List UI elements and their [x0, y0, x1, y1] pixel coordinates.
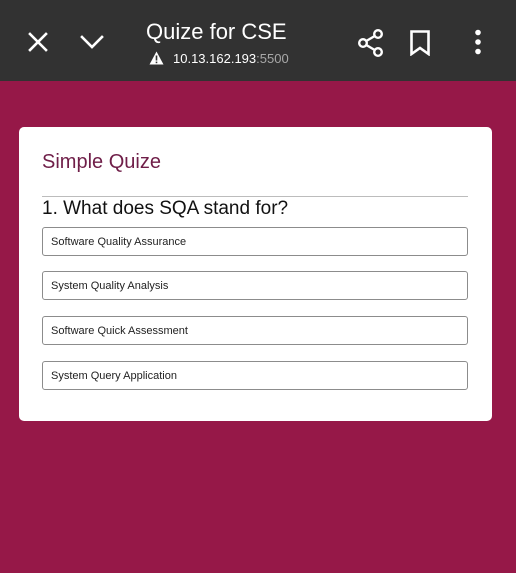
bookmark-button[interactable] — [400, 23, 440, 63]
question-text: 1. What does SQA stand for? — [42, 198, 289, 219]
answer-option-4[interactable]: System Query Application — [42, 361, 468, 390]
more-options-button[interactable] — [458, 22, 498, 62]
collapse-button[interactable] — [72, 22, 112, 62]
answer-label: System Query Application — [51, 370, 177, 382]
url-host: 10.13.162.193 — [173, 50, 257, 66]
answer-label: Software Quality Assurance — [51, 236, 187, 248]
close-icon — [28, 32, 48, 52]
answer-option-3[interactable]: Software Quick Assessment — [42, 316, 468, 345]
title-block: Quize for CSE 10.13.162.193 :5500 — [146, 18, 346, 67]
url-port: :5500 — [256, 50, 289, 66]
answer-option-1[interactable]: Software Quality Assurance — [42, 227, 468, 256]
browser-toolbar: Quize for CSE 10.13.162.193 :5500 — [0, 0, 516, 81]
close-button[interactable] — [18, 22, 58, 62]
url-row[interactable]: 10.13.162.193 :5500 — [146, 49, 346, 67]
bookmark-icon — [410, 30, 430, 56]
chevron-down-icon — [80, 35, 104, 49]
share-button[interactable] — [351, 23, 391, 63]
share-icon — [358, 29, 384, 58]
quiz-heading: Simple Quize — [42, 151, 161, 173]
page-title: Quize for CSE — [146, 19, 287, 44]
answer-label: Software Quick Assessment — [51, 325, 188, 337]
answer-option-2[interactable]: System Quality Analysis — [42, 271, 468, 300]
answer-label: System Quality Analysis — [51, 280, 169, 292]
quiz-card: Simple Quize 1. What does SQA stand for?… — [19, 127, 492, 421]
more-vertical-icon — [475, 29, 481, 55]
warning-icon — [149, 51, 164, 65]
